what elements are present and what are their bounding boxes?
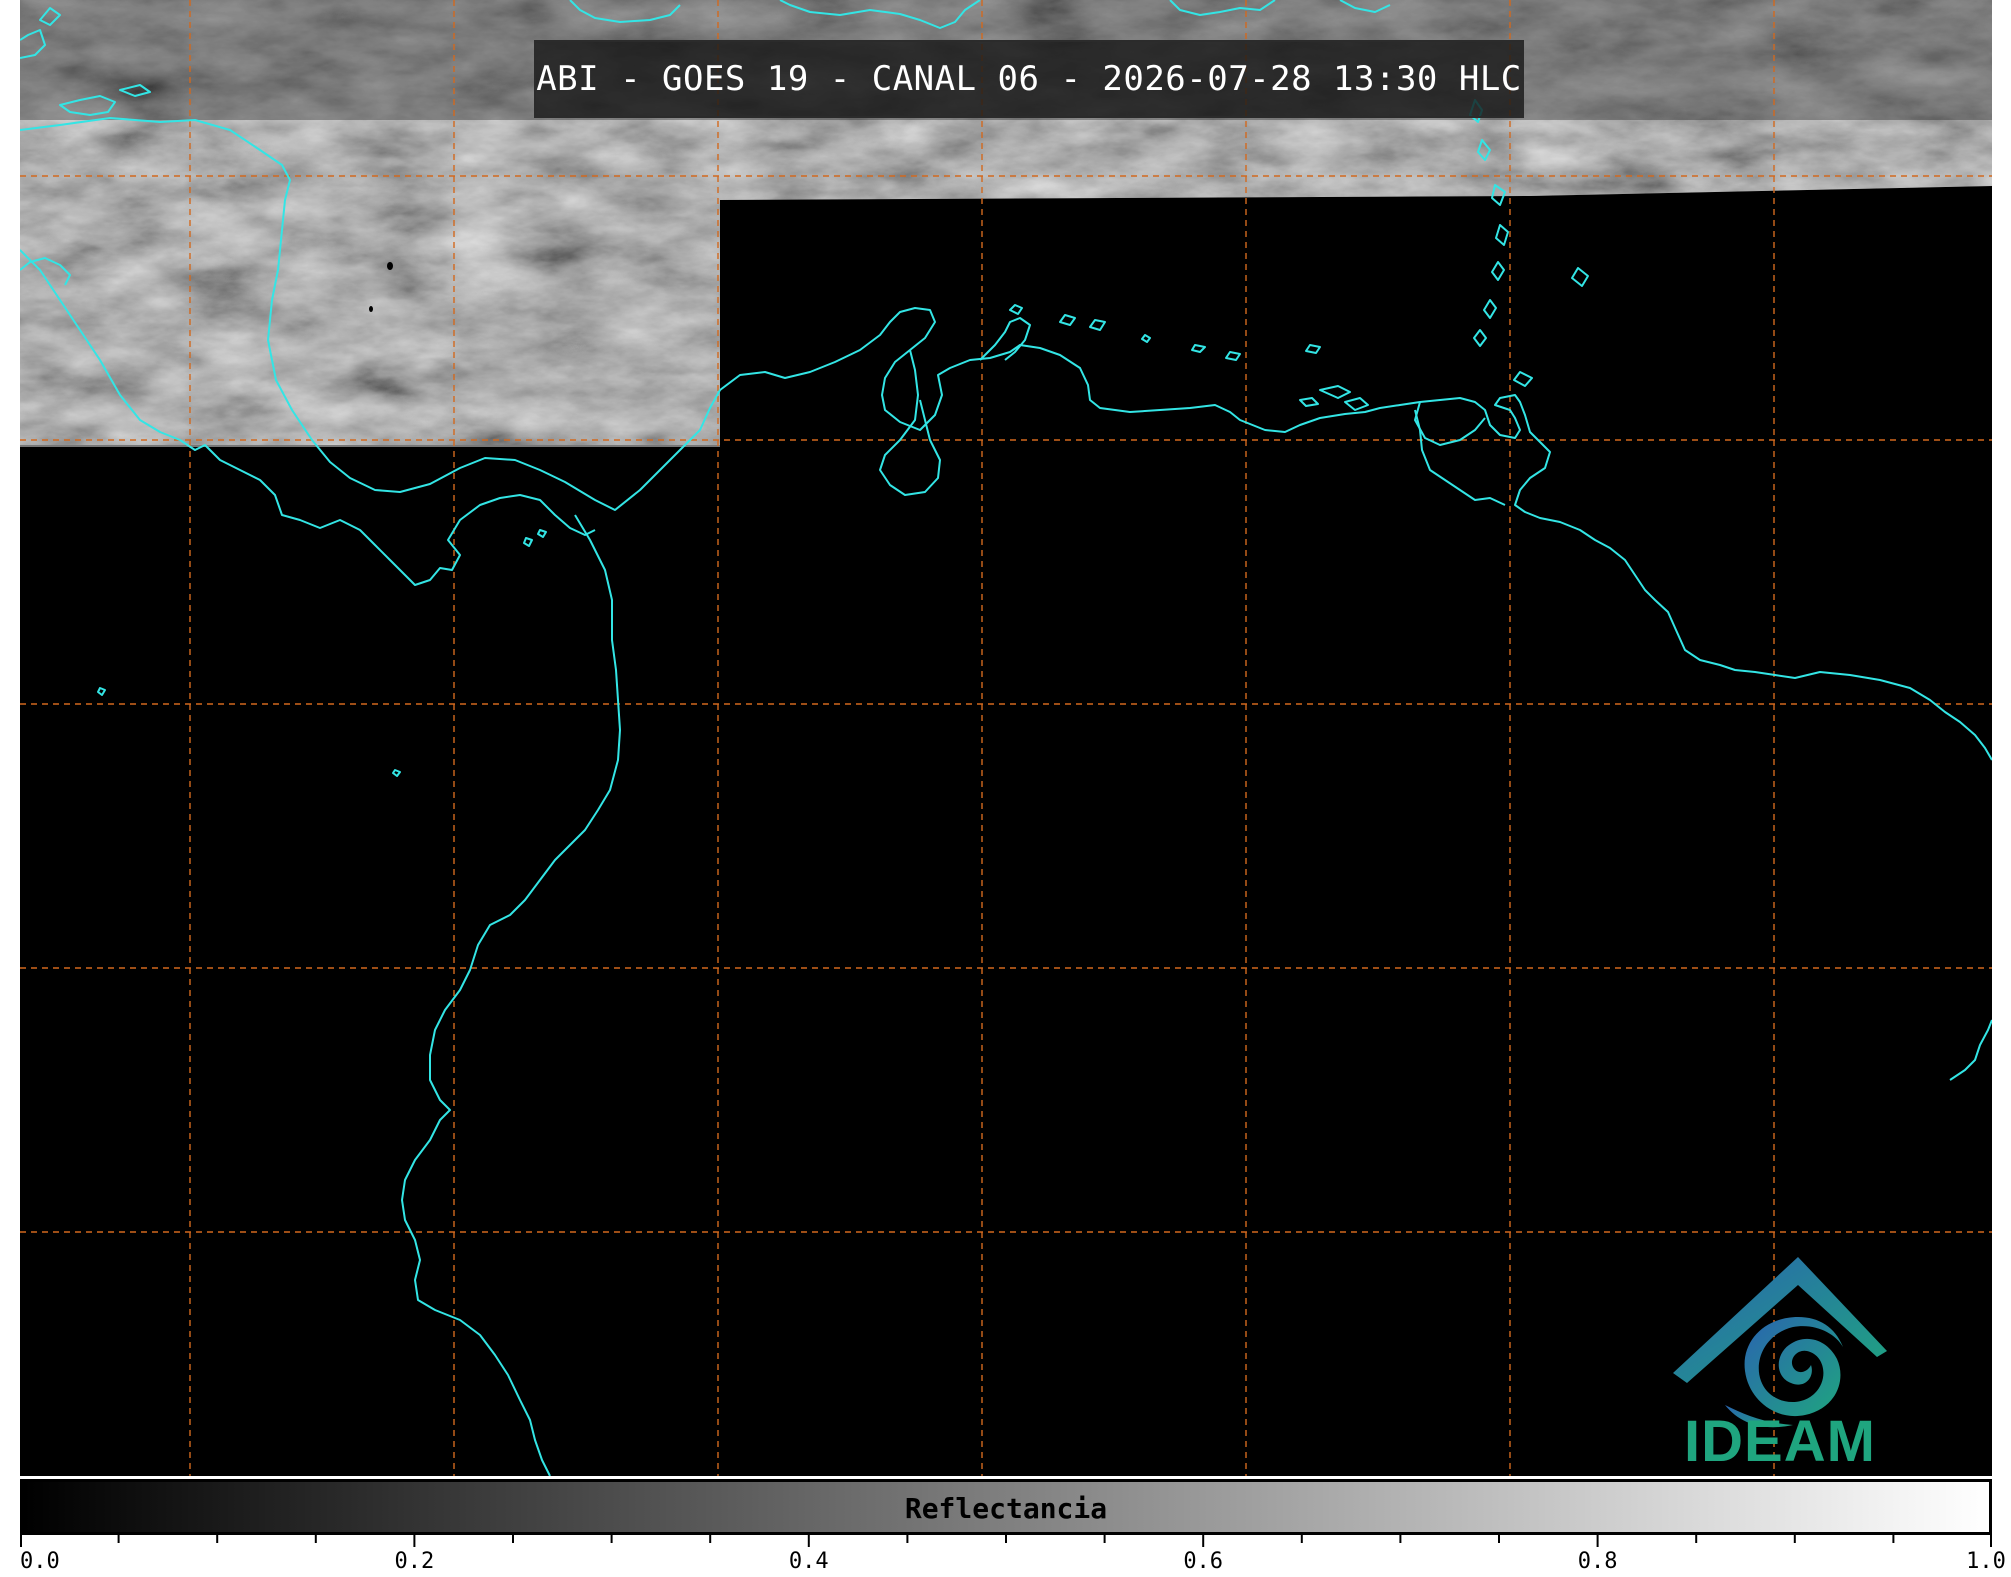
map-title: ABI - GOES 19 - CANAL 06 - 2026-07-28 13… — [534, 40, 1524, 118]
colorbar-ticks: 0.0 0.2 0.4 0.6 0.8 1.0 — [20, 1535, 2006, 1577]
colorbar: Reflectancia — [20, 1479, 1992, 1535]
ideam-logo-text: IDEAM — [1684, 1409, 1876, 1474]
colorbar-tick-label: 0.6 — [1183, 1549, 1224, 1574]
colorbar-tick-label: 1.0 — [1966, 1549, 2006, 1574]
colorbar-tick-marks — [20, 1535, 1992, 1547]
colorbar-tick-label: 0.4 — [788, 1549, 829, 1574]
colorbar-tick-label: 0.0 — [20, 1549, 60, 1574]
colorbar-tick-label: 0.2 — [394, 1549, 435, 1574]
colorbar-tick-label: 0.8 — [1577, 1549, 1618, 1574]
colorbar-label: Reflectancia — [904, 1492, 1108, 1525]
